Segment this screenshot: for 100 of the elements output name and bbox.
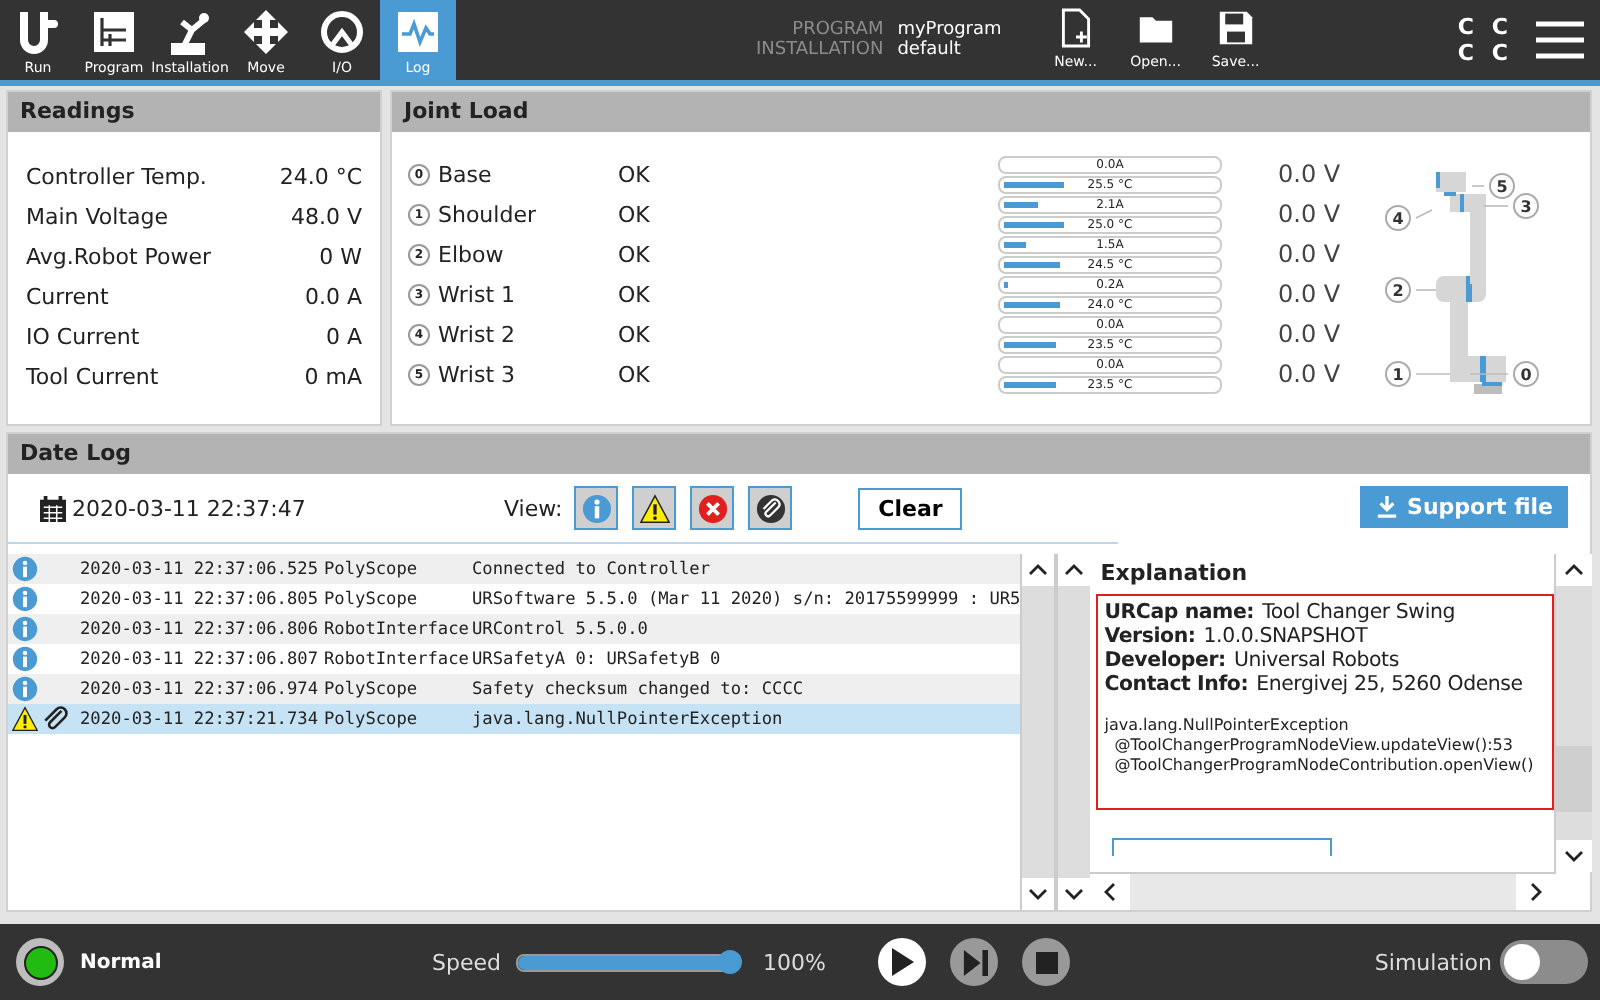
play-button[interactable]	[878, 938, 927, 986]
reading-label: Tool Current	[26, 363, 161, 389]
warning-icon	[12, 706, 38, 732]
logo-icon	[14, 8, 62, 56]
stop-icon	[1035, 951, 1058, 973]
joint-name: Shoulder	[438, 201, 538, 227]
leader-line	[1415, 209, 1433, 219]
gauge-icon	[318, 8, 366, 56]
speed-value: 100%	[762, 949, 828, 975]
field-value: Universal Robots	[1233, 650, 1399, 672]
program-icon	[90, 8, 138, 56]
reading-value: 0.0 A	[302, 283, 362, 309]
reading-label: Avg.Robot Power	[26, 243, 214, 269]
filter-button[interactable]	[748, 486, 793, 530]
robot-state: Normal	[80, 951, 164, 973]
corner-letter: C	[1457, 40, 1474, 66]
download-icon	[1375, 496, 1398, 518]
program-name: myProgram	[897, 20, 1002, 40]
info-icon	[12, 646, 38, 672]
reading-label: Controller Temp.	[26, 163, 209, 189]
simulation-label: Simulation	[1374, 949, 1492, 975]
stack-trace-line: @ToolChangerProgramNodeContribution.openView()	[1112, 756, 1536, 776]
joint-status: OK	[618, 201, 652, 227]
field-label: URCap name:	[1104, 602, 1255, 624]
field-value: Energivej 25, 5260 Odense	[1256, 674, 1523, 696]
input-field[interactable]	[1112, 838, 1333, 856]
step-button[interactable]	[950, 938, 999, 986]
leader-line	[1415, 373, 1451, 375]
scroll-thumb[interactable]	[1556, 746, 1593, 812]
scrollbar[interactable]	[1020, 554, 1055, 910]
view-label: View:	[504, 495, 563, 521]
panel-header: Joint Load	[392, 92, 1590, 132]
step-icon	[961, 949, 988, 975]
installation-label: INSTALLATION	[756, 40, 884, 60]
new-file-icon	[1057, 8, 1094, 48]
joint-status: OK	[618, 361, 652, 387]
info-icon	[12, 616, 38, 642]
reading-label: IO Current	[26, 323, 142, 349]
explanation-title: Explanation	[1098, 560, 1250, 590]
stop-button[interactable]	[1022, 938, 1071, 986]
reading-value: 48.0 V	[288, 203, 362, 229]
joint-voltage: 0.0 V	[1278, 160, 1341, 188]
joint-marker: 2	[1385, 277, 1411, 303]
error-icon	[697, 493, 728, 523]
joint-voltage: 0.0 V	[1278, 360, 1341, 388]
calendar-icon	[40, 495, 66, 521]
scroll-up-icon	[1022, 554, 1055, 586]
speed-label: Speed	[432, 949, 501, 975]
joint-marker: 5	[1489, 173, 1515, 199]
joint-name: Wrist 2	[438, 321, 517, 347]
joint-status: OK	[618, 241, 652, 267]
joint-voltage: 0.0 V	[1278, 200, 1341, 228]
reading-label: Main Voltage	[26, 203, 171, 229]
field-value: 1.0.0.SNAPSHOT	[1203, 626, 1368, 648]
corner-letter: C	[1491, 40, 1508, 66]
info-icon	[12, 676, 38, 702]
joint-status: OK	[618, 321, 652, 347]
leader-line	[1483, 205, 1509, 207]
filter-button[interactable]	[632, 486, 677, 530]
speed-slider[interactable]	[516, 948, 747, 976]
joint-voltage: 0.0 V	[1278, 280, 1341, 308]
reading-value: 0 W	[317, 243, 362, 269]
log-entry[interactable]: 2020-03-11 22:37:21.734 PolyScope java.lang.NullPointerException	[8, 704, 1021, 734]
reading-value: 24.0 °C	[277, 163, 362, 189]
joint-marker: 0	[1513, 361, 1539, 387]
field-value: Tool Changer Swing	[1262, 602, 1455, 624]
corner-letter: C	[1457, 14, 1474, 40]
joint-name: Wrist 1	[438, 281, 517, 307]
info-icon	[12, 556, 38, 582]
menu-icon	[1536, 20, 1584, 60]
joint-name: Base	[438, 161, 494, 187]
robot-arm-icon	[166, 8, 214, 56]
log-entry[interactable]: 2020-03-11 22:37:06.974 PolyScope Safety checksum changed to: CCCC	[8, 674, 1021, 704]
log-entry[interactable]: 2020-03-11 22:37:06.805 PolyScope URSoftware 5.5.0 (Mar 11 2020) s/n: 20175599999 : UR5	[8, 584, 1021, 614]
scrollbar[interactable]	[1056, 554, 1091, 910]
installation-name: default	[897, 40, 963, 60]
joint-voltage: 0.0 V	[1278, 320, 1341, 348]
clear-button[interactable]: Clear	[858, 487, 963, 529]
power-button[interactable]	[16, 938, 64, 986]
panel-header: Date Log	[8, 434, 1590, 474]
leader-line	[1415, 289, 1437, 291]
paperclip-icon	[755, 493, 786, 523]
move-arrows-icon	[242, 8, 290, 56]
joint-name: Elbow	[438, 241, 506, 267]
joint-name: Wrist 3	[438, 361, 517, 387]
info-icon	[581, 493, 612, 523]
corner-letter: C	[1491, 14, 1508, 40]
play-icon	[890, 948, 915, 976]
log-entry[interactable]: 2020-03-11 22:37:06.806 RobotInterface URControl 5.5.0.0	[8, 614, 1021, 644]
field-label: Contact Info:	[1104, 674, 1249, 696]
stack-trace-line: @ToolChangerProgramNodeView.updateView():53	[1112, 736, 1515, 756]
joint-marker: 3	[1513, 193, 1539, 219]
joint-marker: 1	[1385, 361, 1411, 387]
field-label: Version:	[1104, 626, 1196, 648]
reading-value: 0 mA	[302, 363, 362, 389]
program-label: PROGRAM	[790, 20, 884, 40]
reading-label: Current	[26, 283, 111, 309]
joint-status: OK	[618, 161, 652, 187]
log-entry[interactable]: 2020-03-11 22:37:06.525 PolyScope Connected to Controller	[8, 554, 1021, 584]
simulation-toggle[interactable]	[1500, 940, 1588, 984]
